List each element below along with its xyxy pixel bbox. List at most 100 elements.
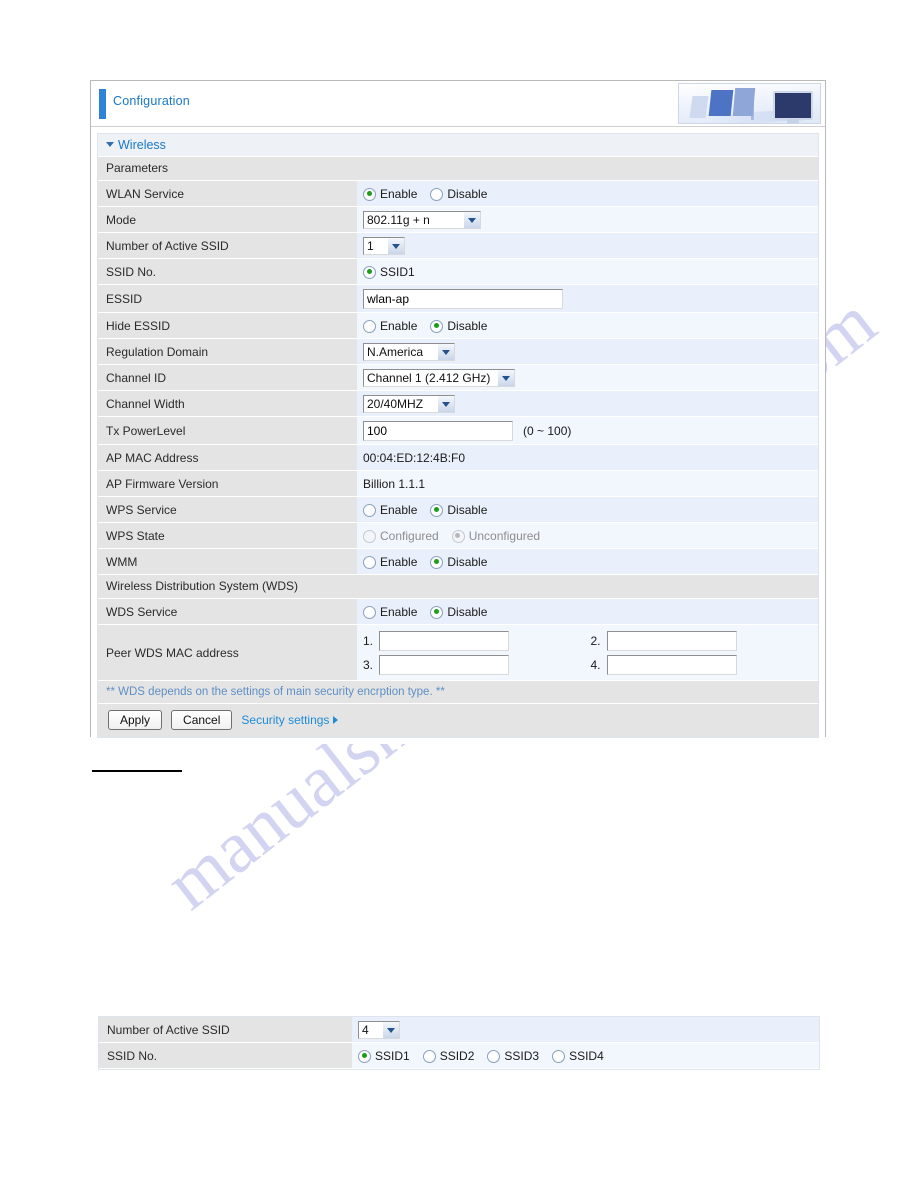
radio-wlan-service-enable[interactable]: Enable bbox=[363, 187, 417, 201]
radio-label: Disable bbox=[447, 319, 488, 333]
value-wlan-service: Enable Disable bbox=[357, 181, 818, 206]
peer-wds-mac-input-3[interactable] bbox=[379, 655, 509, 675]
select-channel-id[interactable]: Channel 1 (2.412 GHz) bbox=[363, 369, 515, 387]
label-essid: ESSID bbox=[98, 285, 357, 312]
select-regulation-domain[interactable]: N.America bbox=[363, 343, 455, 361]
chevron-down-icon bbox=[106, 142, 114, 147]
radio-bottom-ssid2[interactable]: SSID2 bbox=[422, 1049, 474, 1063]
radio-wmm-enable[interactable]: Enable bbox=[363, 555, 417, 569]
radio-dot-icon bbox=[363, 529, 376, 543]
radio-bottom-ssid1[interactable]: SSID1 bbox=[358, 1049, 410, 1063]
label-regulation-domain: Regulation Domain bbox=[98, 339, 357, 364]
value-ssid-no: SSID1 bbox=[357, 259, 818, 284]
peer-wds-entry: 3. bbox=[363, 653, 591, 677]
cancel-button[interactable]: Cancel bbox=[171, 710, 233, 730]
label-ap-firmware-version: AP Firmware Version bbox=[98, 471, 357, 496]
row-peer-wds-mac-address: Peer WDS MAC address 1. 2. 3. 4. bbox=[98, 625, 818, 681]
select-mode[interactable]: 802.11g + n bbox=[363, 211, 481, 229]
radio-dot-icon bbox=[358, 1049, 371, 1063]
value-wmm: Enable Disable bbox=[357, 549, 818, 574]
peer-wds-mac-input-4[interactable] bbox=[606, 655, 737, 675]
value-wds-service: Enable Disable bbox=[357, 599, 818, 624]
select-number-of-active-ssid[interactable]: 1 bbox=[363, 237, 405, 255]
radio-bottom-ssid4[interactable]: SSID4 bbox=[552, 1049, 604, 1063]
peer-wds-mac-input-2[interactable] bbox=[606, 631, 737, 651]
radio-dot-icon bbox=[363, 265, 376, 279]
radio-label: SSID1 bbox=[375, 1049, 410, 1063]
radio-label: Enable bbox=[380, 503, 418, 517]
radio-wps-state-configured: Configured bbox=[363, 529, 439, 543]
radio-label: Enable bbox=[380, 555, 418, 569]
chevron-right-icon bbox=[333, 716, 339, 724]
radio-label: Enable bbox=[380, 605, 418, 619]
label-wps-state: WPS State bbox=[98, 523, 357, 548]
wireless-section: Wireless Parameters WLAN Service Enable … bbox=[97, 133, 819, 704]
select-bottom-number-of-active-ssid[interactable]: 4 bbox=[358, 1021, 400, 1039]
radio-wmm-disable[interactable]: Disable bbox=[430, 555, 487, 569]
chair-shape-back bbox=[689, 96, 709, 118]
wireless-section-title[interactable]: Wireless bbox=[98, 134, 818, 157]
radio-wlan-service-disable[interactable]: Disable bbox=[430, 187, 487, 201]
select-channel-width[interactable]: 20/40MHZ bbox=[363, 395, 455, 413]
radio-label: SSID1 bbox=[380, 265, 415, 279]
label-wlan-service: WLAN Service bbox=[98, 181, 357, 206]
select-channel-id-value: Channel 1 (2.412 GHz) bbox=[367, 371, 491, 385]
chevron-down-icon bbox=[437, 344, 454, 360]
row-channel-width: Channel Width 20/40MHZ bbox=[98, 391, 818, 417]
header-accent-bar bbox=[99, 89, 106, 119]
security-settings-link[interactable]: Security settings bbox=[241, 713, 339, 727]
tx-power-level-input[interactable] bbox=[363, 421, 513, 441]
wireless-label: Wireless bbox=[118, 138, 166, 152]
radio-hide-essid-enable[interactable]: Enable bbox=[363, 319, 417, 333]
chevron-down-icon bbox=[463, 212, 480, 228]
radio-label: SSID3 bbox=[504, 1049, 540, 1063]
radio-wps-service-enable[interactable]: Enable bbox=[363, 503, 417, 517]
apply-button[interactable]: Apply bbox=[108, 710, 163, 730]
peer-wds-mac-input-1[interactable] bbox=[379, 631, 509, 651]
radio-label: Disable bbox=[447, 555, 488, 569]
value-wps-service: Enable Disable bbox=[357, 497, 818, 522]
row-essid: ESSID bbox=[98, 285, 818, 313]
row-ap-mac-address: AP MAC Address 00:04:ED:12:4B:F0 bbox=[98, 445, 818, 471]
value-tx-power-level: (0 ~ 100) bbox=[357, 417, 818, 444]
radio-wds-service-disable[interactable]: Disable bbox=[430, 605, 487, 619]
select-number-of-active-ssid-value: 1 bbox=[367, 239, 374, 253]
chevron-down-icon bbox=[437, 396, 454, 412]
label-bottom-ssid-no: SSID No. bbox=[99, 1043, 352, 1068]
radio-label: Enable bbox=[380, 319, 418, 333]
radio-wds-service-enable[interactable]: Enable bbox=[363, 605, 417, 619]
peer-index: 4. bbox=[590, 658, 601, 672]
row-wlan-service: WLAN Service Enable Disable bbox=[98, 181, 818, 207]
row-wds-service: WDS Service Enable Disable bbox=[98, 599, 818, 625]
action-bar: Apply Cancel Security settings bbox=[97, 704, 819, 738]
radio-dot-icon bbox=[430, 187, 444, 201]
radio-label: Disable bbox=[447, 503, 488, 517]
radio-dot-icon bbox=[363, 555, 376, 569]
row-ssid-no: SSID No. SSID1 bbox=[98, 259, 818, 285]
select-regulation-domain-value: N.America bbox=[367, 345, 424, 359]
radio-dot-icon bbox=[363, 187, 376, 201]
wds-heading: Wireless Distribution System (WDS) bbox=[98, 575, 818, 599]
tx-power-level-hint: (0 ~ 100) bbox=[523, 424, 572, 438]
row-tx-power-level: Tx PowerLevel (0 ~ 100) bbox=[98, 417, 818, 445]
radio-wps-service-disable[interactable]: Disable bbox=[430, 503, 487, 517]
chevron-down-icon bbox=[497, 370, 514, 386]
value-wps-state: Configured Unconfigured bbox=[357, 523, 818, 548]
radio-label: Disable bbox=[447, 187, 488, 201]
radio-ssid1[interactable]: SSID1 bbox=[363, 265, 415, 279]
section-divider-rule bbox=[92, 770, 182, 772]
radio-dot-icon bbox=[422, 1049, 436, 1063]
row-bottom-ssid-no: SSID No. SSID1 SSID2 SSID3 SSID4 bbox=[99, 1043, 819, 1069]
select-mode-value: 802.11g + n bbox=[367, 213, 430, 227]
row-wps-service: WPS Service Enable Disable bbox=[98, 497, 818, 523]
label-number-of-active-ssid: Number of Active SSID bbox=[98, 233, 357, 258]
chair-shape-mid bbox=[708, 90, 734, 116]
page-title: Configuration bbox=[113, 94, 190, 108]
radio-label: Enable bbox=[380, 187, 418, 201]
label-channel-width: Channel Width bbox=[98, 391, 357, 416]
label-wds-service: WDS Service bbox=[98, 599, 357, 624]
radio-bottom-ssid3[interactable]: SSID3 bbox=[487, 1049, 539, 1063]
essid-input[interactable] bbox=[363, 289, 563, 309]
panel-body: Wireless Parameters WLAN Service Enable … bbox=[91, 127, 825, 744]
radio-hide-essid-disable[interactable]: Disable bbox=[430, 319, 487, 333]
